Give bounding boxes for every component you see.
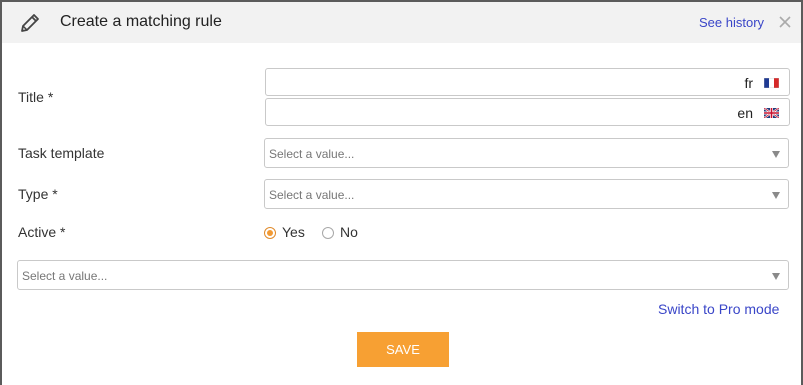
select-placeholder: Select a value... bbox=[22, 269, 108, 283]
radio-label: Yes bbox=[282, 224, 305, 240]
uk-flag-icon bbox=[764, 108, 779, 118]
dialog-header: Create a matching rule See history bbox=[2, 2, 801, 43]
task-template-select[interactable]: Select a value... bbox=[264, 138, 789, 168]
type-label: Type * bbox=[18, 186, 58, 202]
radio-unchecked-icon bbox=[322, 227, 334, 239]
close-icon[interactable] bbox=[777, 14, 793, 30]
title-input-fr[interactable]: fr bbox=[265, 68, 790, 96]
title-input-en[interactable]: en bbox=[265, 98, 790, 126]
language-code: fr bbox=[744, 75, 753, 91]
dialog-title: Create a matching rule bbox=[60, 13, 222, 30]
pencil-icon bbox=[21, 14, 39, 32]
active-label: Active * bbox=[18, 224, 66, 240]
dropdown-arrow-icon bbox=[772, 151, 780, 158]
switch-pro-mode-link[interactable]: Switch to Pro mode bbox=[658, 301, 779, 317]
save-button[interactable]: SAVE bbox=[357, 332, 449, 367]
dropdown-arrow-icon bbox=[772, 192, 780, 199]
radio-checked-icon bbox=[264, 227, 276, 239]
select-placeholder: Select a value... bbox=[269, 147, 355, 161]
select-placeholder: Select a value... bbox=[269, 188, 355, 202]
create-rule-dialog: Create a matching rule See history Title… bbox=[2, 2, 801, 385]
see-history-link[interactable]: See history bbox=[699, 15, 764, 30]
task-template-label: Task template bbox=[18, 145, 105, 161]
title-label: Title * bbox=[18, 89, 54, 105]
value-select[interactable]: Select a value... bbox=[17, 260, 789, 290]
dropdown-arrow-icon bbox=[772, 273, 780, 280]
language-code: en bbox=[737, 105, 753, 121]
radio-label: No bbox=[340, 224, 358, 240]
type-select[interactable]: Select a value... bbox=[264, 179, 789, 209]
france-flag-icon bbox=[764, 78, 779, 88]
